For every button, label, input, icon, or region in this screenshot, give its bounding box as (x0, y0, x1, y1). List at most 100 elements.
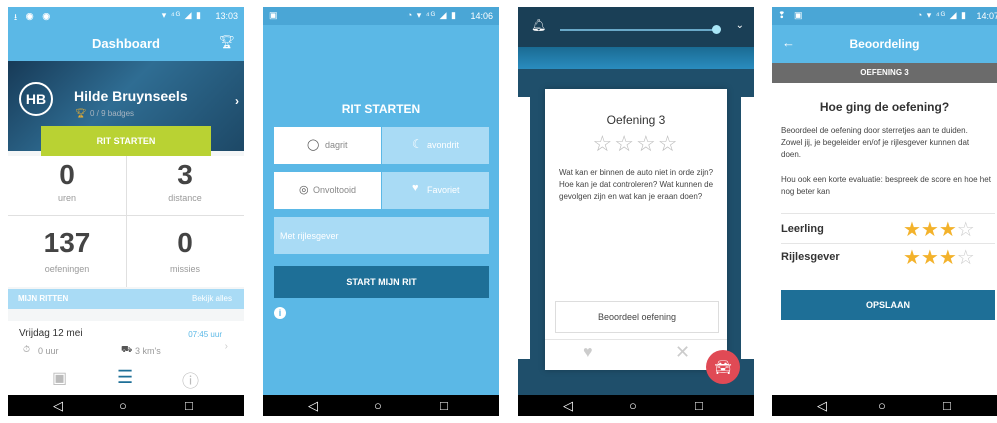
app-header: Dashboard 🏆︎ (8, 25, 244, 61)
star-empty-icon[interactable]: ☆ (957, 247, 975, 269)
instructor-toggle[interactable]: Met rijlesgever (274, 217, 489, 254)
bell-icon[interactable]: 🔔︎ (531, 18, 546, 32)
rit-starten-button[interactable]: RIT STARTEN (41, 126, 211, 156)
question-text: Wat kan er binnen de auto niet in orde z… (559, 168, 714, 201)
heart-icon[interactable]: ♥ (583, 344, 593, 362)
recents-icon[interactable]: □ (440, 398, 448, 413)
id-card-icon[interactable]: ▣ (52, 368, 67, 388)
moon-icon: ☾ (412, 137, 423, 151)
student-rating-row[interactable]: Leerling ★★★☆ (781, 217, 995, 241)
trophy-icon[interactable]: 🏆︎ (218, 34, 235, 50)
prev-card-edge (518, 97, 530, 359)
recents-icon[interactable]: □ (695, 398, 703, 413)
instructor-label: Rijlesgever (781, 251, 840, 263)
rating-divider (781, 243, 995, 244)
heart-icon: ♥ (412, 182, 419, 194)
list-icon[interactable]: ☰ (117, 367, 133, 388)
notification-icons: ▣ (269, 10, 281, 20)
onvoltooid-label: Onvoltooid (313, 185, 357, 195)
screen-exercise-card: 🔔︎ ⌄ Oefening 3 ☆☆☆☆ Wat kan er binnen d… (518, 7, 754, 416)
page-title: Beoordeling (849, 37, 920, 51)
info-icon[interactable]: ⓘ (182, 367, 199, 392)
instructor-rating-row[interactable]: Rijlesgever ★★★☆ (781, 245, 995, 269)
save-button[interactable]: OPSLAAN (781, 290, 995, 320)
stat-value-exercises: 137 (43, 227, 91, 258)
ride-list-item[interactable]: Vrijdag 12 mei 07:45 uur ⏱︎ 0 uur ⛟︎ 3 k… (8, 321, 244, 365)
background-pattern (518, 47, 754, 69)
star-empty-icon[interactable]: ☆ (658, 131, 680, 156)
recents-icon[interactable]: □ (185, 398, 193, 413)
card-title: Oefening 3 (606, 113, 666, 127)
start-ride-button[interactable]: START MIJN RIT (274, 266, 489, 298)
progress-slider[interactable] (560, 29, 720, 31)
car-fab[interactable]: 🚘︎ (706, 350, 740, 384)
back-icon[interactable]: ◁ (817, 398, 827, 414)
star-empty-icon[interactable]: ☆ (614, 131, 636, 156)
status-bar: ❢ ▣ ◔ ▾ ⁴ᴳ ◢ ▮ 14:07 (772, 7, 997, 25)
avondrit-label: avondrit (427, 140, 460, 150)
screen-start-ride: ▣ ◔ ▾ ⁴ᴳ ◢ ▮ 14:06 RIT STARTEN ◯ dagrit … (263, 7, 499, 416)
star-filled-icon[interactable]: ★★★ (903, 219, 957, 241)
ride-date: Vrijdag 12 mei (19, 328, 83, 339)
home-icon[interactable]: ○ (119, 398, 127, 413)
android-nav-bar: ◁ ○ □ (263, 395, 499, 416)
star-empty-icon[interactable]: ☆ (636, 131, 658, 156)
star-filled-icon[interactable]: ★★★ (903, 247, 957, 269)
screen-rating: ❢ ▣ ◔ ▾ ⁴ᴳ ◢ ▮ 14:07 ← Beoordeling OEFEN… (772, 7, 997, 416)
rate-exercise-button[interactable]: Beoordeel oefening (555, 301, 719, 333)
chevron-down-icon[interactable]: ⌄ (736, 20, 744, 31)
recents-icon[interactable]: □ (943, 398, 951, 413)
stat-value-missions: 0 (177, 227, 193, 258)
favoriet-option[interactable]: ♥ Favoriet (382, 172, 489, 209)
page-title: RIT STARTEN (341, 102, 421, 116)
screen-dashboard: ⭳ ◉ ◉ ▾ ⁴ᴳ ◢ ▮ 13:03 Dashboard 🏆︎ HB Hil… (8, 7, 244, 416)
dagrit-label: dagrit (325, 140, 348, 150)
status-bar: ▣ ◔ ▾ ⁴ᴳ ◢ ▮ 14:06 (263, 7, 499, 25)
star-empty-icon[interactable]: ☆ (593, 131, 615, 156)
stat-value-distance: 3 (177, 159, 193, 190)
home-icon[interactable]: ○ (629, 398, 637, 413)
top-player-bar: 🔔︎ ⌄ (518, 7, 754, 47)
stat-label-exercises: oefeningen (44, 264, 90, 274)
notification-icons: ⭳ ◉ ◉ (14, 12, 54, 22)
favoriet-label: Favoriet (427, 185, 460, 195)
home-icon[interactable]: ○ (374, 398, 382, 413)
dagrit-option[interactable]: ◯ dagrit (274, 127, 381, 164)
evaluation-paragraph: Hou ook een korte evaluatie: bespreek de… (781, 175, 991, 196)
signal-icons: ◔ ▾ ⁴ᴳ ◢ ▮ (916, 10, 967, 20)
home-icon[interactable]: ○ (878, 398, 886, 413)
back-icon[interactable]: ◁ (53, 398, 63, 414)
android-nav-bar: ◁ ○ □ (518, 395, 754, 416)
next-card-edge (741, 97, 754, 359)
signal-icons: ▾ ⁴ᴳ ◢ ▮ (161, 10, 202, 20)
rating-heading: Hoe ging de oefening? (819, 100, 950, 114)
instructor-stars[interactable]: ★★★☆ (903, 245, 975, 270)
my-rides-header: MIJN RITTEN Bekijk alles (8, 289, 244, 309)
star-empty-icon[interactable]: ☆ (957, 219, 975, 241)
avondrit-option[interactable]: ☾ avondrit (382, 127, 489, 164)
android-nav-bar: ◁ ○ □ (8, 395, 244, 416)
target-icon: ◎ (299, 184, 309, 196)
student-stars[interactable]: ★★★☆ (903, 217, 975, 242)
view-all-link[interactable]: Bekijk alles (192, 294, 232, 303)
status-time: 14:07 (976, 11, 997, 21)
instructions-paragraph: Beoordeel de oefening door sterretjes aa… (781, 126, 970, 159)
close-icon[interactable]: ✕ (675, 342, 690, 363)
slider-thumb[interactable] (712, 25, 721, 34)
app-header: ← Beoordeling (772, 25, 997, 63)
card-divider (545, 339, 727, 340)
ride-duration: 0 uur (38, 346, 59, 356)
star-rating[interactable]: ☆☆☆☆ (545, 131, 727, 157)
grid-divider-horizontal (8, 215, 244, 216)
info-icon[interactable]: i (274, 307, 286, 319)
student-label: Leerling (781, 223, 824, 235)
onvoltooid-option[interactable]: ◎ Onvoltooid (274, 172, 381, 209)
badges-count: 0 / 9 badges (90, 109, 135, 118)
chevron-right-icon: › (235, 94, 239, 108)
stat-label-hours: uren (57, 193, 76, 203)
back-icon[interactable]: ◁ (563, 398, 573, 414)
page-title: Dashboard (92, 36, 160, 51)
clock-icon: ⏱︎ (23, 344, 31, 354)
exercise-card[interactable]: Oefening 3 ☆☆☆☆ Wat kan er binnen de aut… (545, 89, 727, 370)
back-icon[interactable]: ◁ (308, 398, 318, 414)
